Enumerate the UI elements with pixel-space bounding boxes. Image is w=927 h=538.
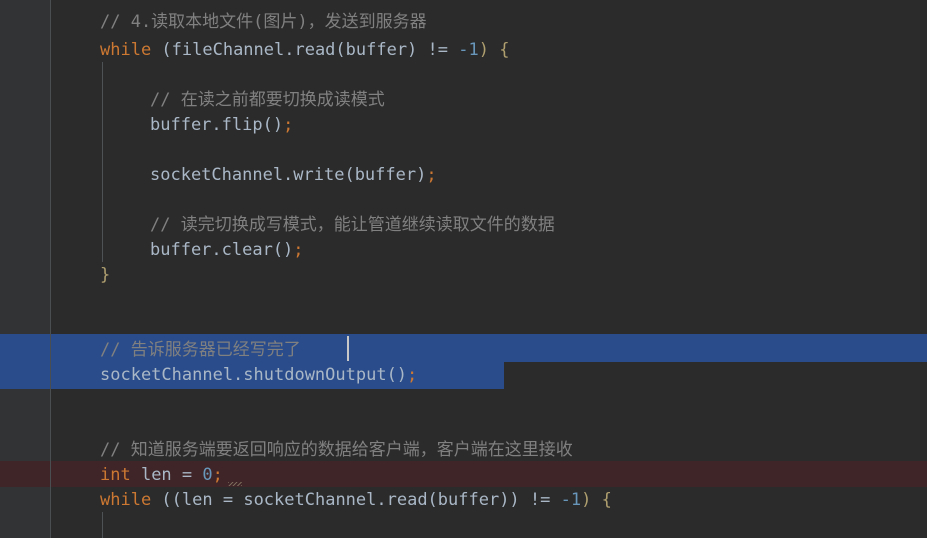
code-token-id: buffer.clear() (150, 240, 294, 260)
code-token-id: ((len (151, 490, 223, 510)
code-token-semi: ; (426, 165, 437, 185)
code-token-brc: ) { (478, 40, 510, 60)
code-token-op: = (181, 465, 193, 485)
code-token-semi: ; (283, 115, 294, 135)
code-token-num: -1 (458, 40, 479, 60)
code-line[interactable]: // 4.读取本地文件(图片)，发送到服务器 (100, 10, 427, 35)
code-token-cmt: // 告诉服务器已经写完了 (100, 340, 301, 360)
code-token-cmt: // 读完切换成写模式，能让管道继续读取文件的数据 (150, 215, 555, 235)
code-line[interactable]: while (fileChannel.read(buffer) != -1) { (100, 38, 509, 63)
text-caret (347, 336, 349, 361)
code-token-id: buffer.flip() (150, 115, 284, 135)
gutter-error-strip (0, 461, 50, 487)
code-text-layer[interactable]: // 4.读取本地文件(图片)，发送到服务器 while (fileChannel… (0, 0, 927, 538)
gutter-separator (50, 0, 51, 538)
error-squiggle-underline (228, 482, 242, 486)
code-token-kw: while (100, 490, 152, 510)
code-token-id: socketChannel.read(buffer)) (233, 490, 530, 510)
code-line[interactable]: buffer.flip(); (150, 113, 293, 138)
code-token-semi: ; (212, 465, 223, 485)
code-token-id (192, 465, 202, 485)
code-token-op: != (427, 40, 449, 60)
indent-guide-while-block (102, 62, 103, 262)
code-token-op: != (529, 490, 551, 510)
code-line[interactable]: // 在读之前都要切换成读模式 (150, 88, 385, 113)
code-token-id: socketChannel.write(buffer) (150, 165, 427, 185)
code-line[interactable]: } (100, 263, 110, 288)
code-token-id: len (130, 465, 182, 485)
code-line[interactable]: // 读完切换成写模式，能让管道继续读取文件的数据 (150, 213, 555, 238)
code-line[interactable]: while ((len = socketChannel.read(buffer)… (100, 488, 612, 513)
code-line[interactable]: // 知道服务端要返回响应的数据给客户端，客户端在这里接收 (100, 438, 573, 463)
code-token-brc: ) { (581, 490, 612, 510)
code-token-op: = (222, 490, 234, 510)
code-token-cmt: // 知道服务端要返回响应的数据给客户端，客户端在这里接收 (100, 440, 573, 460)
code-token-id (550, 490, 560, 510)
code-token-semi: ; (293, 240, 304, 260)
code-line[interactable]: socketChannel.shutdownOutput(); (100, 363, 417, 388)
code-token-semi: ; (407, 365, 418, 385)
line-number-gutter[interactable] (0, 0, 50, 538)
code-token-brc: } (100, 265, 111, 285)
code-token-kw: while (100, 40, 152, 60)
code-token-num: 0 (202, 465, 213, 485)
code-editor[interactable]: // 4.读取本地文件(图片)，发送到服务器 while (fileChannel… (0, 0, 927, 538)
code-line[interactable]: // 告诉服务器已经写完了 (100, 338, 301, 363)
code-line[interactable]: buffer.clear(); (150, 238, 304, 263)
indent-guide-bottom-block (102, 512, 103, 538)
gutter-selection-strip-1 (0, 362, 50, 389)
gutter-selection-strip-0 (0, 334, 50, 362)
code-line[interactable]: int len = 0; (100, 463, 223, 488)
code-token-id (448, 40, 458, 60)
code-line[interactable]: socketChannel.write(buffer); (150, 163, 437, 188)
code-token-cmt: // 在读之前都要切换成读模式 (150, 90, 385, 110)
code-token-id: (fileChannel.read(buffer) (151, 40, 428, 60)
code-token-num: -1 (560, 490, 582, 510)
code-token-cmt: // 4.读取本地文件(图片)，发送到服务器 (100, 12, 427, 32)
code-token-id: socketChannel.shutdownOutput() (100, 365, 408, 385)
code-token-kw: int (100, 465, 131, 485)
